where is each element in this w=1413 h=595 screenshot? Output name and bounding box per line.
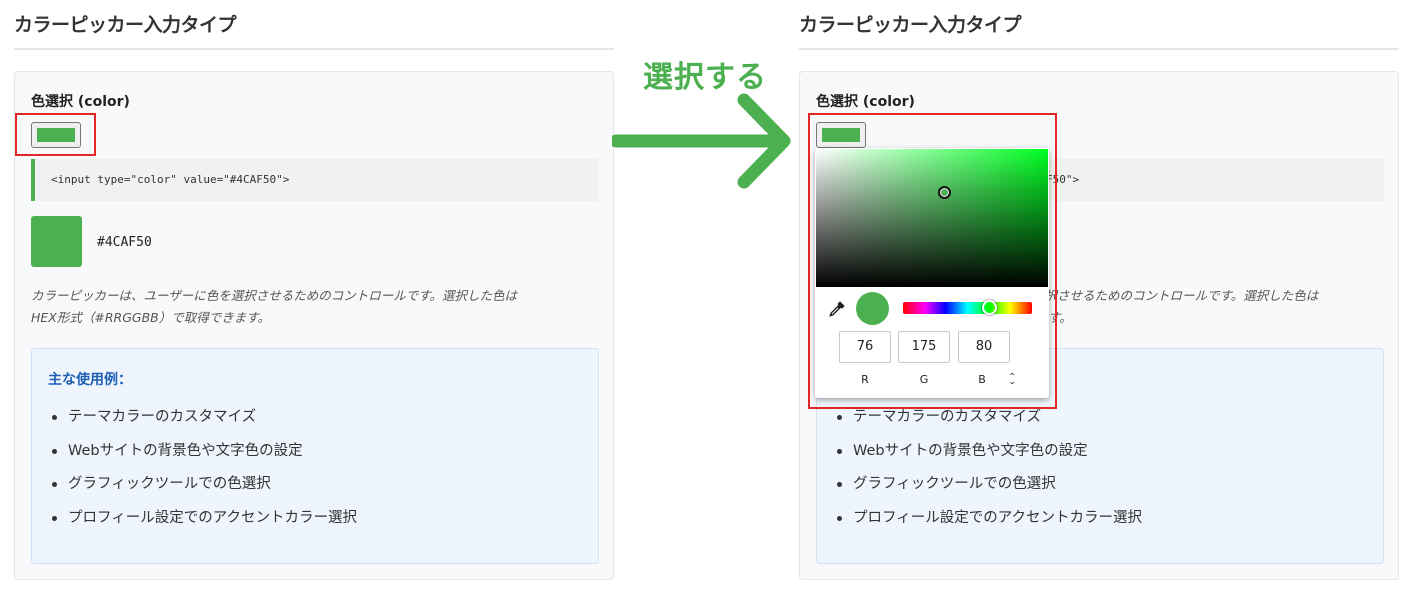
arrow-label: 選択する <box>643 60 767 95</box>
blue-input[interactable]: 80 <box>958 331 1010 363</box>
green-input[interactable]: 175 <box>898 331 950 363</box>
blue-label: B <box>978 373 986 386</box>
eyedropper-icon[interactable] <box>828 300 846 318</box>
list-item: テーマカラーのカスタマイズ <box>48 405 357 439</box>
usage-list: テーマカラーのカスタマイズ Webサイトの背景色や文字色の設定 グラフィックツー… <box>833 405 1142 539</box>
title-divider <box>14 48 614 50</box>
description-line-1: カラーピッカーは、ユーザーに色を選択させるためのコントロールです。選択した色は <box>31 288 518 303</box>
color-picker-popup: 76 175 80 R G B ⌃ ⌃ <box>815 148 1049 398</box>
title-divider <box>799 48 1399 50</box>
field-label: 色選択 (color) <box>816 94 915 110</box>
field-label: 色選択 (color) <box>31 94 130 110</box>
code-snippet: <input type="color" value="#4CAF50"> <box>51 173 290 186</box>
description: カラーピッカーは、ユーザーに色を選択させるためのコントロールです。選択した色は … <box>31 285 591 329</box>
green-label: G <box>919 373 929 386</box>
red-label: R <box>861 373 869 386</box>
usage-box: 主な使用例： テーマカラーのカスタマイズ Webサイトの背景色や文字色の設定 グ… <box>31 348 599 564</box>
section-title: カラーピッカー入力タイプ <box>799 14 1022 36</box>
list-item: プロフィール設定でのアクセントカラー選択 <box>833 506 1142 540</box>
color-preview-swatch <box>31 216 82 267</box>
description: 選択させるためのコントロールです。選択した色は す。 <box>1032 285 1392 329</box>
up-down-chevron-icon[interactable]: ⌃ ⌃ <box>1008 372 1016 394</box>
right-arrow-icon <box>612 93 791 189</box>
list-item: グラフィックツールでの色選択 <box>833 472 1142 506</box>
color-hex-value: #4CAF50 <box>97 235 152 250</box>
description-line-2: す。 <box>1048 310 1072 325</box>
description-line-1: 選択させるためのコントロールです。選択した色は <box>1032 288 1319 303</box>
demo-card: 色選択 (color) <input type="color" value="#… <box>14 71 614 580</box>
red-input[interactable]: 76 <box>839 331 891 363</box>
usage-list: テーマカラーのカスタマイズ Webサイトの背景色や文字色の設定 グラフィックツー… <box>48 405 357 539</box>
list-item: プロフィール設定でのアクセントカラー選択 <box>48 506 357 540</box>
selected-color-preview <box>856 292 889 325</box>
list-item: Webサイトの背景色や文字色の設定 <box>833 439 1142 473</box>
saturation-handle[interactable] <box>938 186 951 199</box>
usage-title: 主な使用例： <box>48 372 132 388</box>
left-panel: カラーピッカー入力タイプ 色選択 (color) <input type="co… <box>14 0 614 595</box>
list-item: グラフィックツールでの色選択 <box>48 472 357 506</box>
hue-slider-handle[interactable] <box>982 300 997 315</box>
description-line-2: HEX形式（#RRGGBB）で取得できます。 <box>31 310 270 325</box>
highlight-box-input <box>15 113 96 156</box>
list-item: テーマカラーのカスタマイズ <box>833 405 1142 439</box>
hue-slider[interactable] <box>903 302 1032 314</box>
code-block: <input type="color" value="#4CAF50"> <box>31 159 599 201</box>
saturation-value-area[interactable] <box>816 149 1048 287</box>
section-title: カラーピッカー入力タイプ <box>14 14 237 36</box>
list-item: Webサイトの背景色や文字色の設定 <box>48 439 357 473</box>
